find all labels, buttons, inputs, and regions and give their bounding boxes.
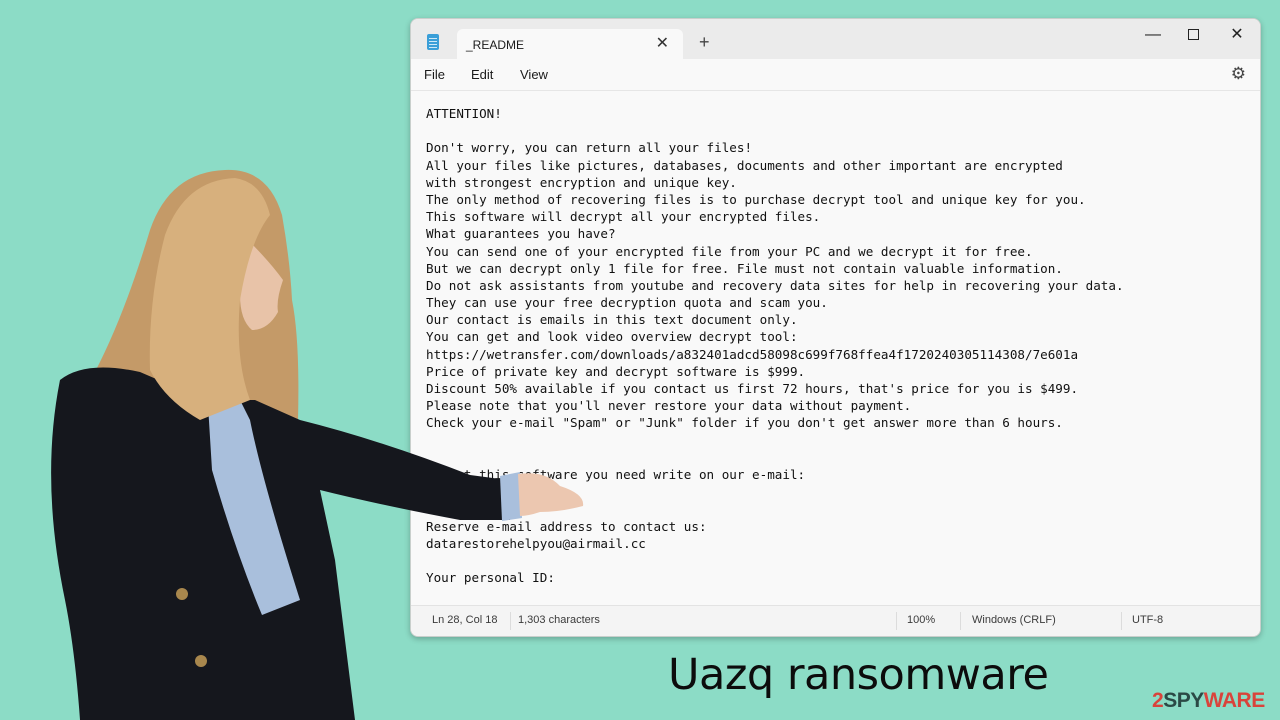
text-editor[interactable]: ATTENTION! Don't worry, you can return al… [411, 91, 1260, 606]
text-line: Don't worry, you can return all your fil… [426, 140, 753, 156]
text-line: Price of private key and decrypt softwar… [426, 363, 806, 379]
text-line: What guarantees you have? [426, 226, 616, 242]
hair [85, 169, 299, 440]
text-line: mail.top [426, 484, 555, 500]
zoom-level[interactable]: 100% [907, 614, 935, 626]
hair-front [149, 178, 270, 420]
text-line: Your personal ID: [426, 570, 555, 586]
text-line: The only method of recovering files is t… [426, 191, 1086, 207]
logo-ware: WARE [1203, 689, 1266, 712]
line-endings[interactable]: Windows (CRLF) [972, 614, 1056, 626]
text-line: Please note that you'll never restore yo… [426, 398, 912, 414]
text-line: They can use your free decryption quota … [426, 295, 828, 311]
minimize-button[interactable]: — [1133, 23, 1173, 47]
notepad-window: _README ✕ + — ✕ File Edit View ⚙ ATTENTI… [410, 18, 1261, 637]
menu-bar: File Edit View ⚙ [411, 59, 1260, 91]
encoding[interactable]: UTF-8 [1132, 614, 1163, 626]
caption-title: Uazq ransomware [668, 650, 1049, 700]
jacket-button [176, 588, 188, 600]
text-line: You can get and look video overview decr… [426, 329, 798, 345]
gear-icon[interactable]: ⚙ [1231, 64, 1246, 84]
menu-view[interactable]: View [520, 67, 548, 82]
maximize-icon [1187, 29, 1199, 41]
menu-edit[interactable]: Edit [471, 67, 493, 82]
text-line: with strongest encryption and unique key… [426, 174, 737, 190]
close-button[interactable]: ✕ [1217, 23, 1257, 47]
text-line: ATTENTION! [426, 106, 502, 121]
jacket-button [195, 655, 207, 667]
status-divider [1121, 612, 1122, 630]
logo-2spy: 2SPY [1152, 689, 1204, 712]
text-line: All your files like pictures, databases,… [426, 157, 1063, 173]
text-line [426, 122, 1260, 139]
text-line: Do not ask assistants from youtube and r… [426, 277, 1124, 293]
text-line: But we can decrypt only 1 file for free.… [426, 260, 1063, 276]
text-line [426, 432, 1260, 449]
shirt [208, 400, 300, 615]
maximize-button[interactable] [1173, 23, 1213, 47]
face [240, 240, 283, 330]
text-line: To get this software you need write on o… [426, 466, 806, 482]
tab-readme[interactable]: _README ✕ [457, 29, 683, 59]
site-logo: 2SPYWARE [1152, 689, 1265, 713]
text-line: Our contact is emails in this text docum… [426, 312, 798, 328]
character-count: 1,303 characters [518, 614, 600, 626]
text-line: This software will decrypt all your encr… [426, 209, 821, 225]
text-line [426, 449, 1260, 466]
notepad-icon [427, 34, 439, 50]
text-line [426, 552, 1260, 569]
tab-title: _README [466, 38, 525, 52]
title-bar: _README ✕ + — ✕ [411, 19, 1260, 59]
status-bar: Ln 28, Col 18 1,303 characters 100% Wind… [411, 605, 1260, 636]
text-line: Check your e-mail "Spam" or "Junk" folde… [426, 415, 1063, 431]
tab-close-icon[interactable]: ✕ [656, 33, 669, 53]
text-line: https://wetransfer.com/downloads/a832401… [426, 346, 1079, 362]
text-line: You can send one of your encrypted file … [426, 243, 1033, 259]
status-divider [960, 612, 961, 630]
status-divider [896, 612, 897, 630]
text-line: Reserve e-mail address to contact us: [426, 518, 707, 534]
cursor-position: Ln 28, Col 18 [432, 614, 498, 626]
text-line: Discount 50% available if you contact us… [426, 381, 1079, 396]
new-tab-icon[interactable]: + [699, 32, 710, 52]
status-divider [510, 612, 511, 630]
text-line: datarestorehelpyou@airmail.cc [426, 535, 646, 551]
text-line [426, 500, 1260, 517]
menu-file[interactable]: File [424, 67, 445, 82]
